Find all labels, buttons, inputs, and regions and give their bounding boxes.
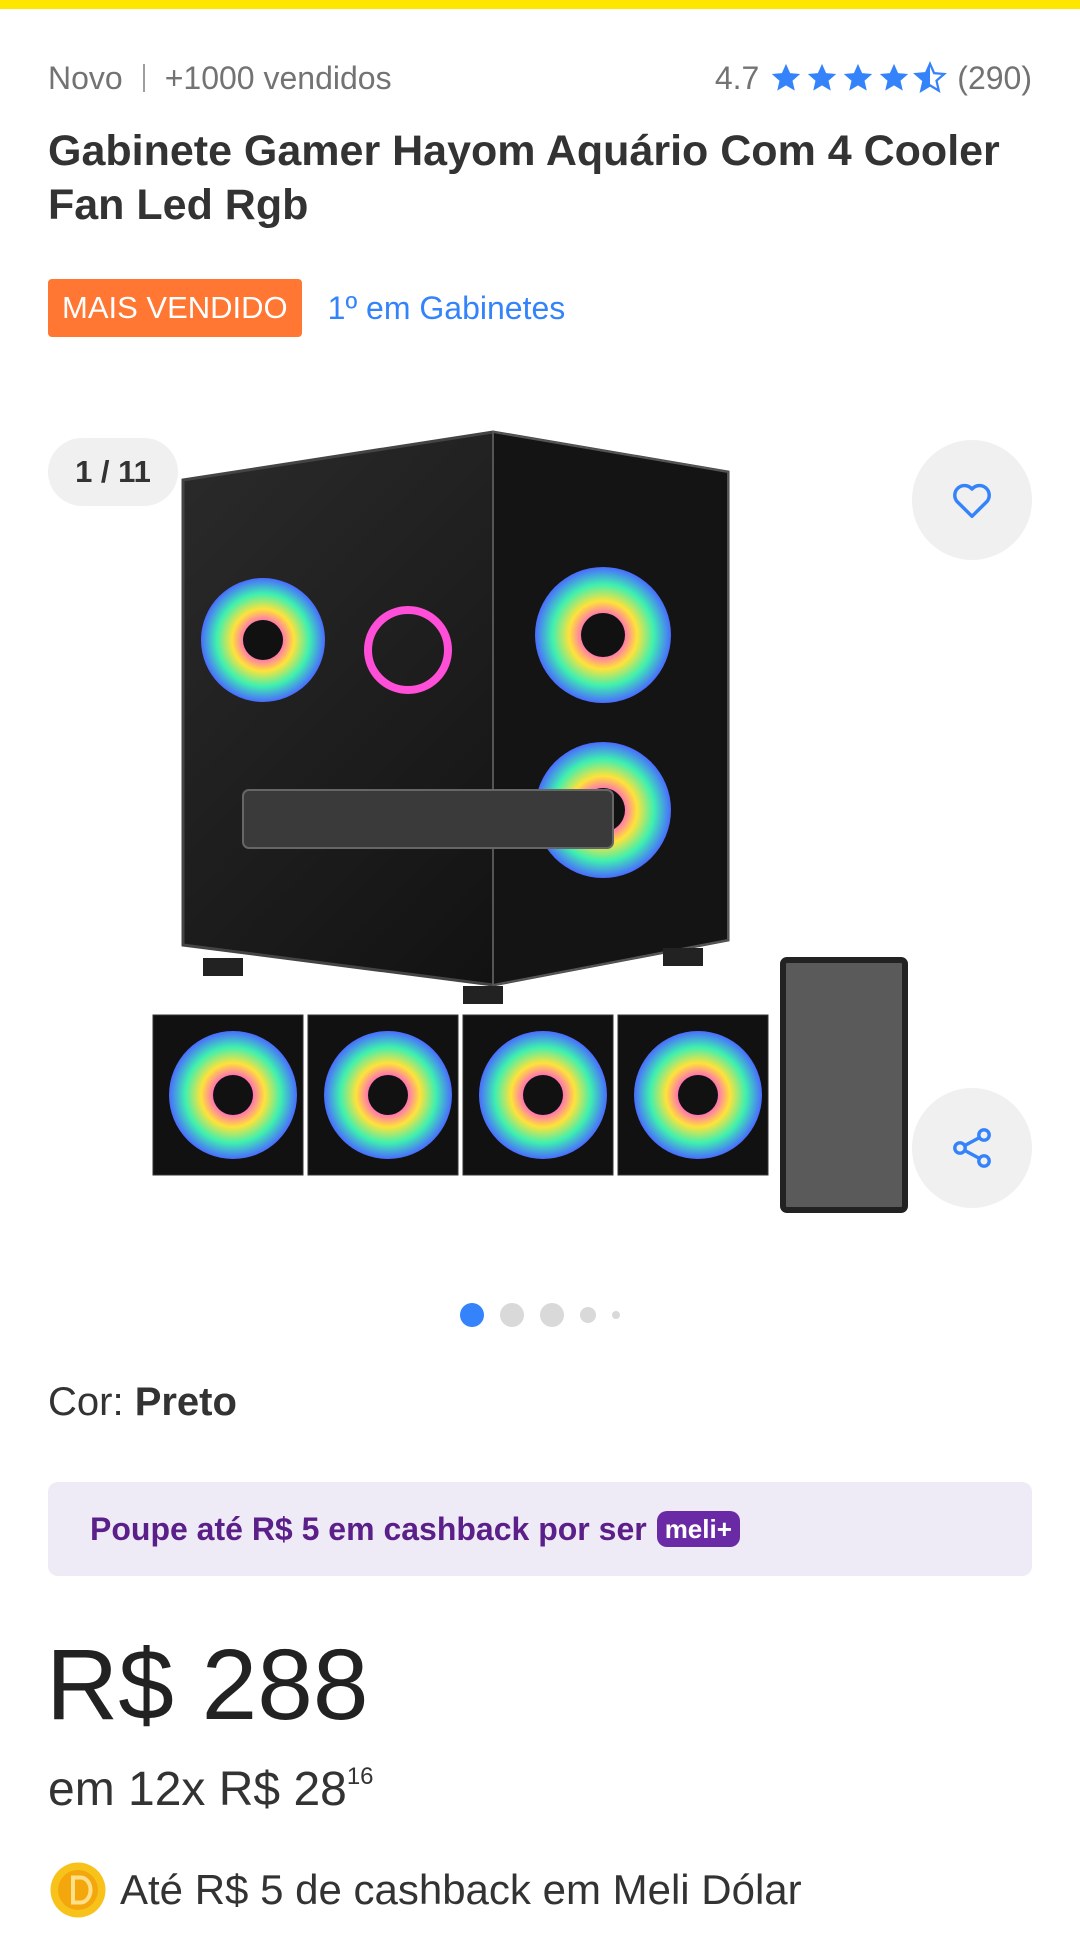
sold-count: +1000 vendidos <box>164 59 392 96</box>
image-counter: 1 / 11 <box>48 438 178 506</box>
condition-sold-info: Novo +1000 vendidos <box>48 60 392 97</box>
color-value: Preto <box>134 1380 237 1424</box>
share-button[interactable] <box>912 1088 1032 1208</box>
installments-cents: 16 <box>346 1763 374 1790</box>
coin-icon <box>50 1862 106 1918</box>
star-icon <box>844 63 873 91</box>
star-half-icon <box>913 61 948 93</box>
share-icon <box>953 1128 991 1168</box>
cashback-banner[interactable]: Poupe até R$ 5 em cashback por ser meli+ <box>48 1482 1032 1576</box>
rating-stars <box>769 61 949 95</box>
price: R$ 288 <box>46 1629 369 1741</box>
gallery-pagination[interactable] <box>0 1300 1080 1330</box>
installments: em 12x R$ 2816 <box>48 1752 374 1819</box>
color-variant: Cor: Preto <box>48 1380 237 1425</box>
favorite-button[interactable] <box>912 440 1032 560</box>
condition-label: Novo <box>48 59 123 96</box>
best-seller-badge: MAIS VENDIDO <box>48 279 302 337</box>
top-yellow-strip <box>0 0 1080 9</box>
star-icon <box>772 63 801 91</box>
badge-row: MAIS VENDIDO 1º em Gabinetes <box>48 279 565 337</box>
meta-separator <box>142 64 145 92</box>
product-image[interactable] <box>143 420 943 1260</box>
rating-value: 4.7 <box>714 59 760 96</box>
pagination-dot[interactable] <box>612 1311 620 1319</box>
product-title: Gabinete Gamer Hayom Aquário Com 4 Coole… <box>48 127 1000 229</box>
pagination-dot[interactable] <box>500 1303 524 1327</box>
pagination-dot-active[interactable] <box>460 1303 484 1327</box>
product-meta-row: Novo +1000 vendidos 4.7 (290) <box>48 56 1032 100</box>
rating-summary[interactable]: 4.7 (290) <box>715 60 1032 97</box>
installments-amount: em 12x R$ 28 <box>48 1763 347 1816</box>
star-icon <box>808 63 837 91</box>
star-icon <box>880 63 909 91</box>
review-count: (290) <box>957 59 1032 96</box>
meli-plus-badge: meli+ <box>656 1511 740 1547</box>
pagination-dot[interactable] <box>580 1307 596 1323</box>
product-gallery[interactable]: 1 / 11 <box>48 420 1032 1280</box>
meli-dolar-cashback: Até R$ 5 de cashback em Meli Dólar <box>48 1858 802 1922</box>
heart-icon <box>953 483 991 519</box>
pagination-dot[interactable] <box>540 1303 564 1327</box>
meli-dolar-text: Até R$ 5 de cashback em Meli Dólar <box>120 1866 802 1913</box>
category-rank-link[interactable]: 1º em Gabinetes <box>328 290 566 327</box>
cashback-text: Poupe até R$ 5 em cashback por ser <box>90 1510 647 1547</box>
color-label: Cor: <box>48 1380 135 1424</box>
